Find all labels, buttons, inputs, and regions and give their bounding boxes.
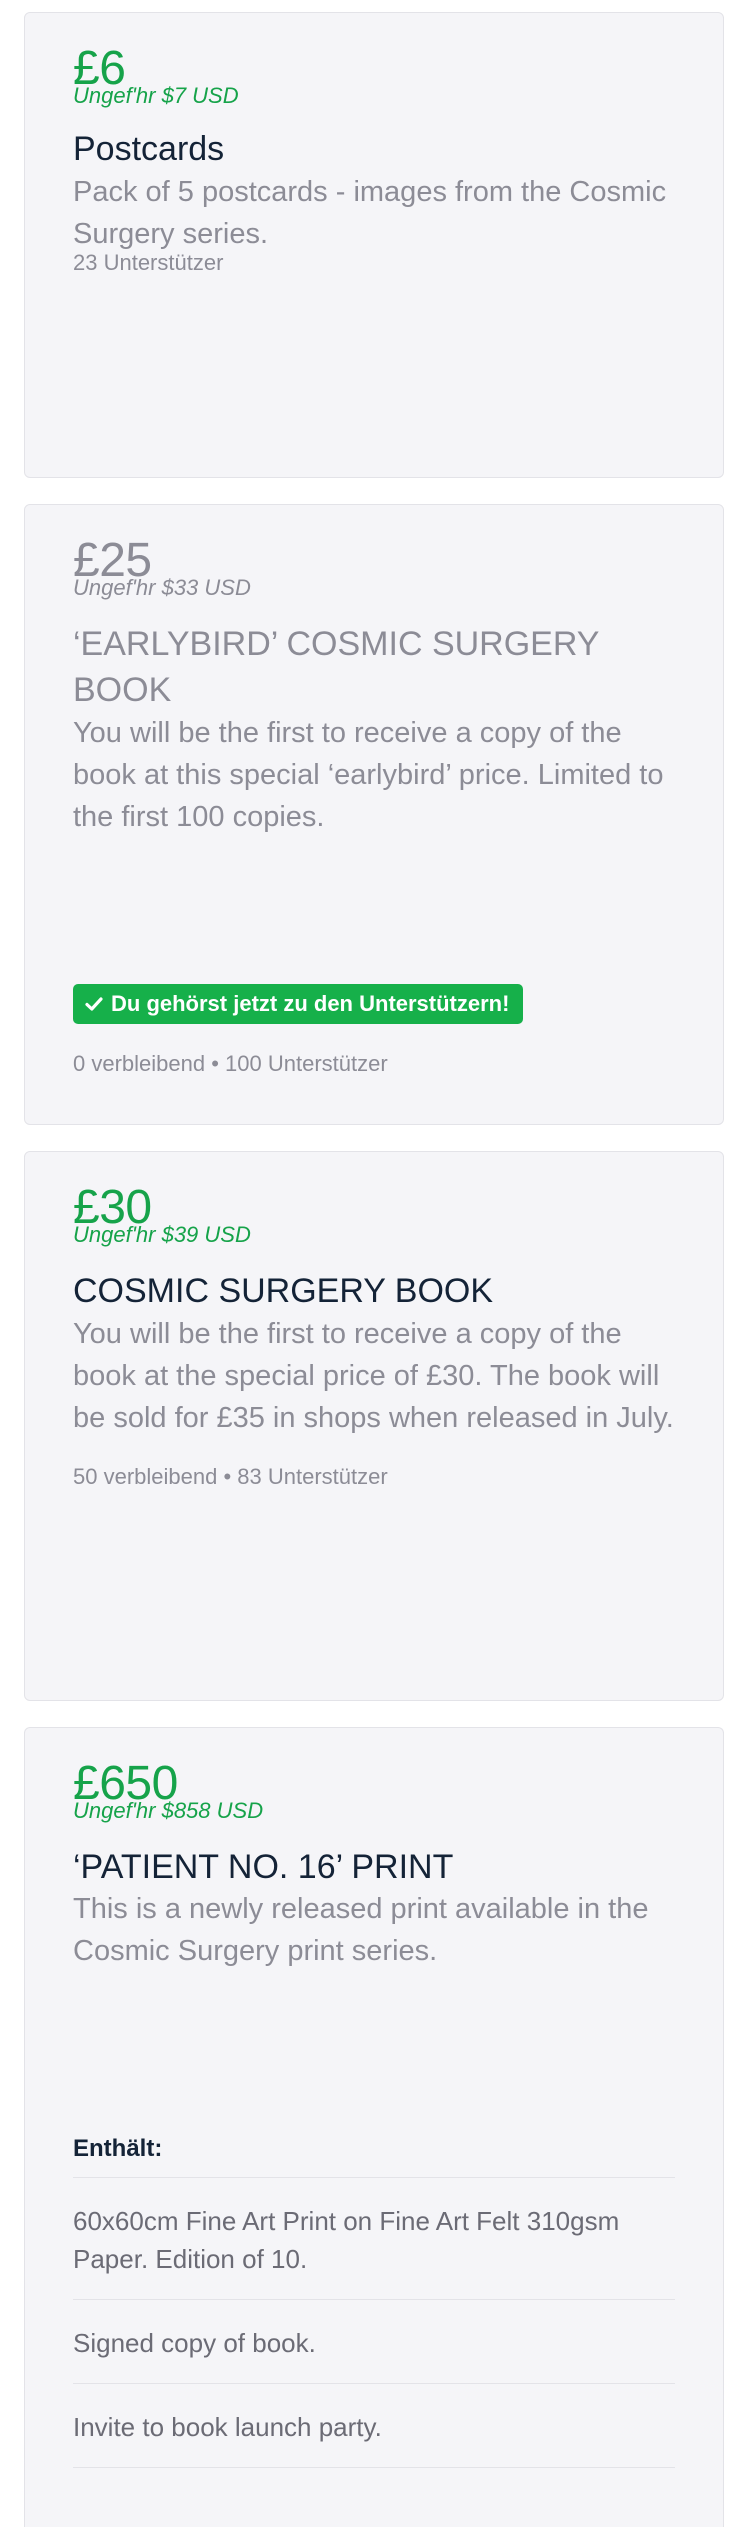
reward-status: 0 verbleibend • 100 Unterstützer xyxy=(73,1051,388,1076)
reward-card-postcards[interactable]: £6 Ungef'hr $7 USD Postcards Pack of 5 p… xyxy=(24,12,724,478)
reward-card-earlybird-book: £25 Ungef'hr $33 USD ‘EARLYBIRD’ COSMIC … xyxy=(24,504,724,1125)
reward-title: ‘EARLYBIRD’ COSMIC SURGERY BOOK xyxy=(73,625,599,709)
reward-description: This is a newly released print available… xyxy=(73,1893,649,1967)
reward-title: Postcards xyxy=(73,130,225,168)
reward-price-approx: Ungef'hr $858 USD xyxy=(73,1798,264,1823)
list-item: 60x60cm Fine Art Print on Fine Art Felt … xyxy=(73,2177,675,2299)
backed-status-badge: Du gehörst jetzt zu den Unterstützern! xyxy=(73,984,524,1024)
checkmark-icon xyxy=(85,997,103,1011)
list-divider xyxy=(73,2467,675,2488)
reward-description: Pack of 5 postcards - images from the Co… xyxy=(73,176,667,250)
list-item: Invite to book launch party. xyxy=(73,2383,675,2467)
reward-title: ‘PATIENT NO. 16’ PRINT xyxy=(73,1848,454,1886)
reward-card-print[interactable]: £650 Ungef'hr $858 USD ‘PATIENT NO. 16’ … xyxy=(24,1727,724,2527)
badge-label: Du gehörst jetzt zu den Unterstützern! xyxy=(111,991,510,1016)
reward-description: You will be the first to receive a copy … xyxy=(73,717,664,833)
reward-price-approx: Ungef'hr $33 USD xyxy=(73,575,251,600)
reward-backers: 23 Unterstützer xyxy=(73,250,224,275)
list-item: Signed copy of book. xyxy=(73,2299,675,2383)
reward-card-book[interactable]: £30 Ungef'hr $39 USD COSMIC SURGERY BOOK… xyxy=(24,1151,724,1701)
reward-description: You will be the first to receive a copy … xyxy=(73,1318,674,1434)
reward-title: COSMIC SURGERY BOOK xyxy=(73,1272,494,1310)
reward-price-approx: Ungef'hr $39 USD xyxy=(73,1222,251,1247)
includes-list: 60x60cm Fine Art Print on Fine Art Felt … xyxy=(73,2177,675,2488)
reward-status: 50 verbleibend • 83 Unterstützer xyxy=(73,1464,388,1489)
reward-price-approx: Ungef'hr $7 USD xyxy=(73,83,239,108)
includes-label: Enthält: xyxy=(73,2135,163,2162)
